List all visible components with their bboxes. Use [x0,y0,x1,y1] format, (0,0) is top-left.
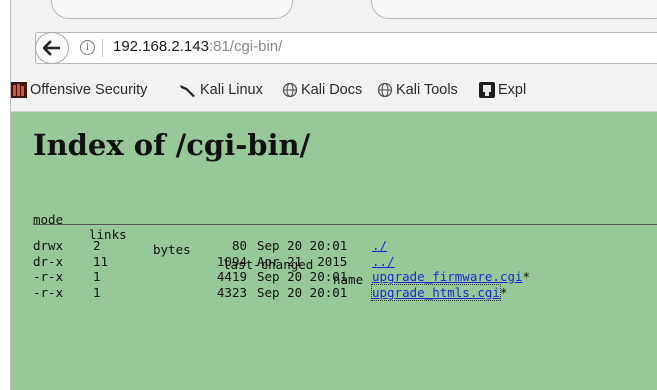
bookmark-offensive-security[interactable]: Offensive Security [11,82,147,98]
back-button[interactable] [35,32,69,64]
back-arrow-icon [43,40,60,56]
site-info-icon[interactable]: i [80,40,95,55]
row-links: 1 [93,269,101,284]
globe-icon [377,82,393,98]
file-link[interactable]: ./ [372,238,387,253]
bookmark-label: Kali Linux [200,82,263,98]
bookmark-label: Kali Tools [396,82,458,98]
row-bytes: 4323 [216,284,247,300]
row-bytes: 80 [231,238,247,253]
row-links: 2 [93,238,101,253]
bookmark-exploit-db[interactable]: Expl [479,82,526,98]
file-link[interactable]: ../ [372,254,395,269]
url-separator [102,39,103,57]
address-bar[interactable]: i 192.168.2.143:81/cgi-bin/ [35,32,657,64]
page-content: Index of /cgi-bin/ mode links bytes last… [11,112,657,390]
row-links: 1 [93,284,101,300]
row-links: 11 [93,253,109,269]
listing-row: -r-x 1 4419 Sep 20 20:01 upgrade_firmwar… [33,269,530,285]
url-text[interactable]: 192.168.2.143:81/cgi-bin/ [113,38,282,55]
bookmark-label: Expl [498,82,527,98]
kali-dragon-icon [180,85,195,97]
row-date: Apr 21 2015 [257,253,348,269]
row-date: Sep 20 20:01 [257,284,348,300]
url-path: :81/cgi-bin/ [208,38,283,55]
page-title: Index of /cgi-bin/ [33,128,311,162]
row-date: Sep 20 20:01 [257,238,348,253]
row-suffix: * [522,269,531,284]
bookmark-kali-linux[interactable]: Kali Linux [179,82,263,98]
header-divider [33,224,657,225]
row-bytes: 4419 [216,269,247,284]
browser-tab[interactable] [371,0,657,19]
exploit-db-icon [479,82,495,98]
bookmark-label: Kali Docs [301,82,363,98]
file-link[interactable]: upgrade_firmware.cgi [372,269,523,284]
navigation-toolbar: i 192.168.2.143:81/cgi-bin/ [11,26,657,72]
row-bytes: 1094 [216,253,247,269]
browser-tab[interactable] [51,0,293,19]
bookmark-kali-docs[interactable]: Kali Docs [282,82,362,98]
offsec-icon [11,82,27,98]
row-mode: drwx [33,238,64,253]
row-suffix: * [499,284,508,300]
globe-icon [282,82,298,98]
row-name: ../ [372,254,395,269]
browser-window: i 192.168.2.143:81/cgi-bin/ Offensive Se… [10,0,657,390]
file-link[interactable]: upgrade_htmls.cgi [371,283,501,301]
directory-listing: drwx 2 80 Sep 20 20:01 ./ dr-x 11 1094 A… [33,238,530,301]
tab-strip [11,0,657,26]
row-mode: -r-x [33,284,64,300]
row-name: upgrade_htmls.cgi* [371,283,508,301]
url-host: 192.168.2.143 [113,38,209,55]
listing-row: drwx 2 80 Sep 20 20:01 ./ [33,238,387,254]
row-name: upgrade_firmware.cgi* [372,269,530,284]
listing-row: -r-x 1 4323 Sep 20 20:01 upgrade_htmls.c… [33,283,507,301]
bookmarks-toolbar: Offensive Security Kali Linux Kali Docs … [11,72,657,112]
row-mode: dr-x [33,253,64,269]
bookmark-kali-tools[interactable]: Kali Tools [377,82,458,98]
bookmark-label: Offensive Security [30,82,148,98]
listing-row: dr-x 11 1094 Apr 21 2015 ../ [33,253,395,270]
row-mode: -r-x [33,269,64,284]
row-name: ./ [372,238,387,253]
row-date: Sep 20 20:01 [257,269,348,284]
